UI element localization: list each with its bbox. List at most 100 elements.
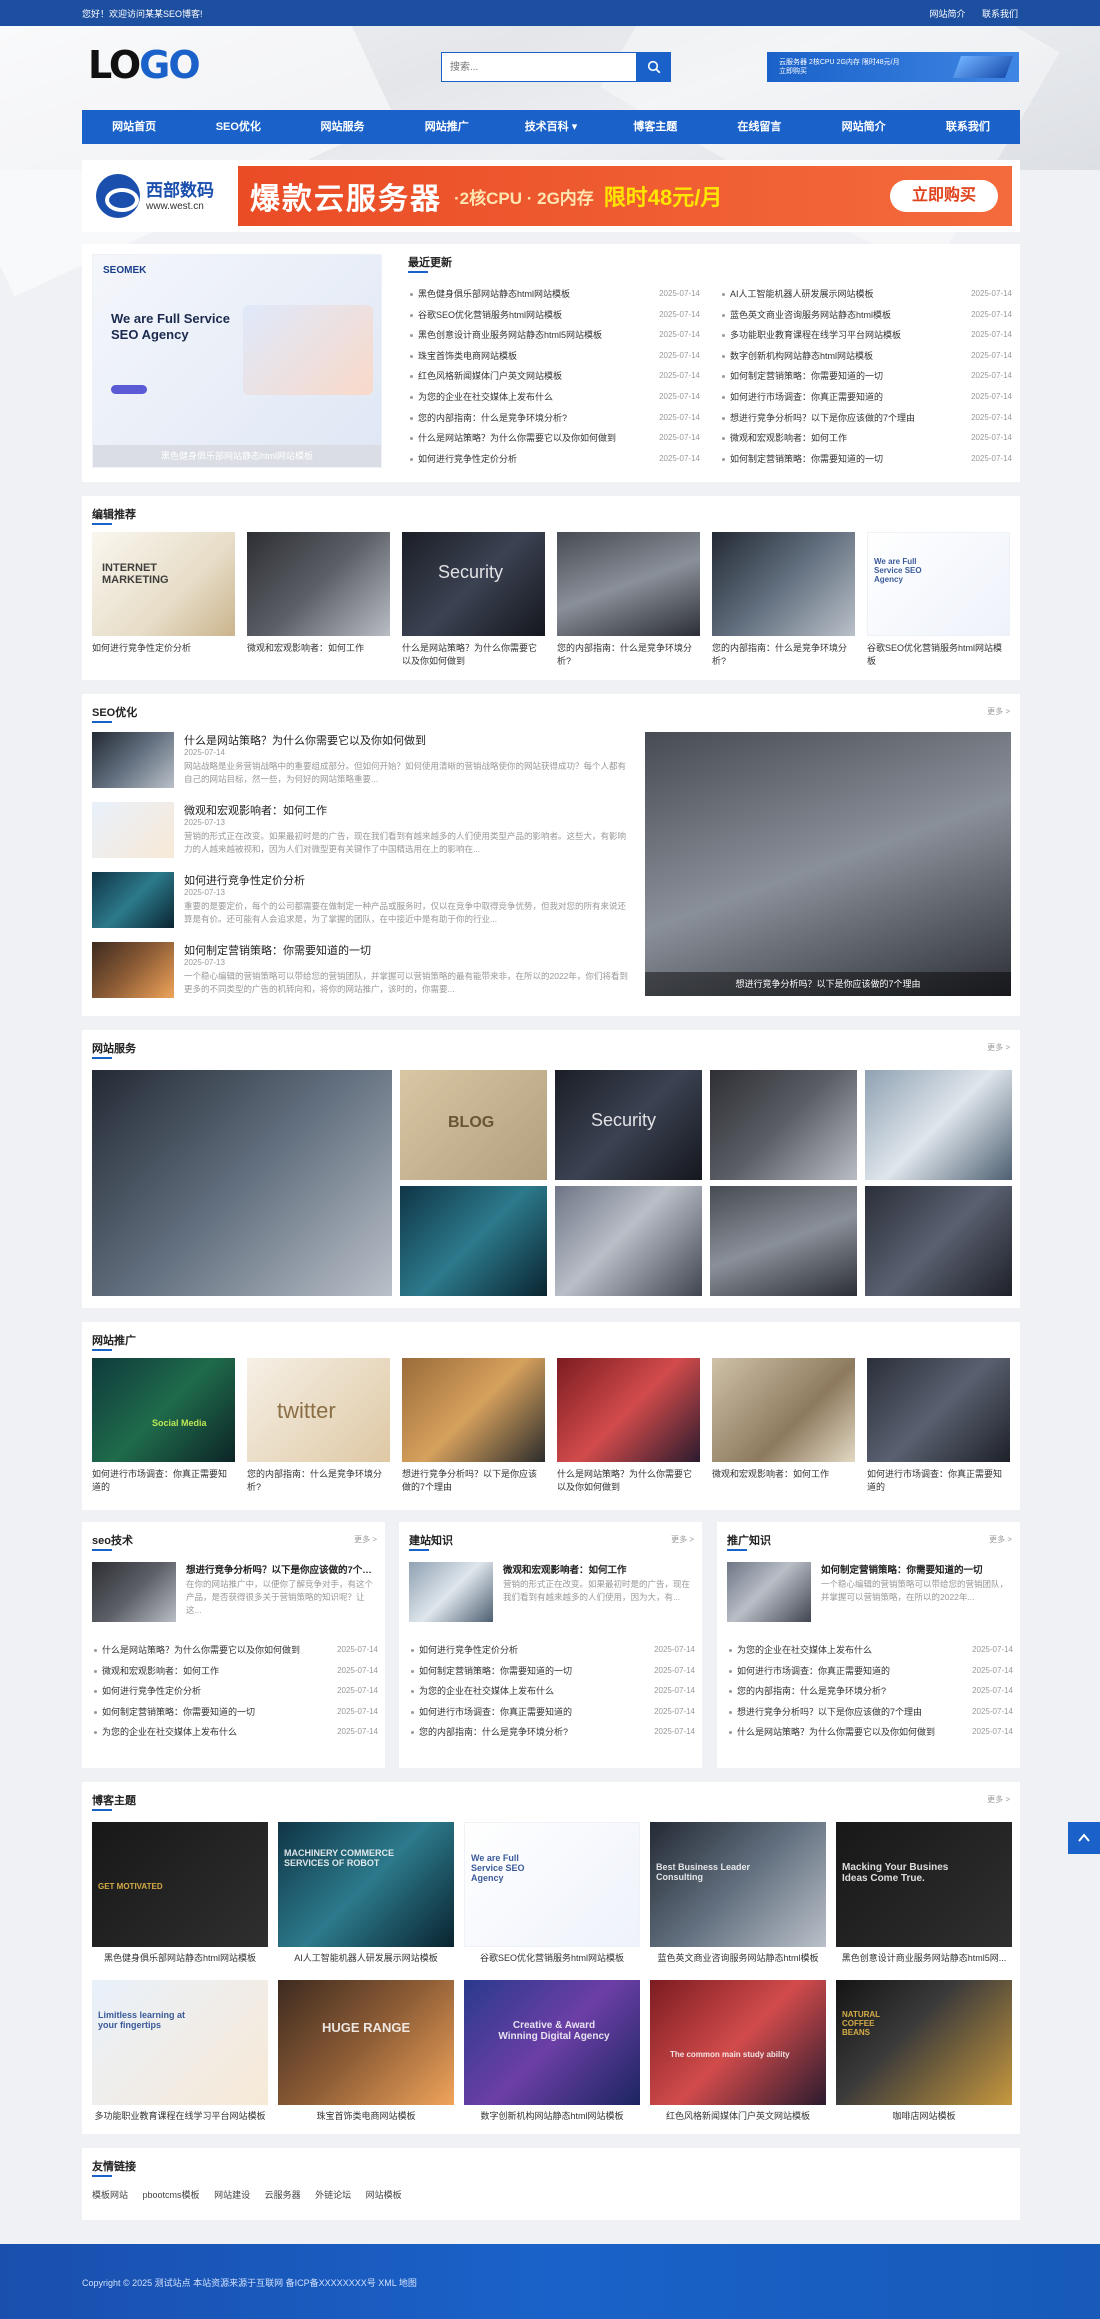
promo-thumb[interactable] [557, 1358, 700, 1462]
list-item[interactable]: 想进行竞争分析吗？以下是你应该做的7个理由 2025-07-14 [720, 408, 1012, 429]
gallery-image[interactable]: BLOG [400, 1070, 547, 1180]
list-item[interactable]: 珠宝首饰类电商网站模板 2025-07-14 [408, 346, 700, 367]
article-title[interactable]: 如何进行竞争性定价分析 [184, 872, 305, 888]
article-title[interactable]: 如何制定营销策略：你需要知道的一切 [184, 942, 371, 958]
article-title[interactable]: 微观和宏观影响者：如何工作 [184, 802, 327, 818]
theme-thumb[interactable]: Limitless learning at your fingertips [92, 1980, 268, 2105]
list-item[interactable]: 您的内部指南：什么是竞争环境分析? 2025-07-14 [409, 1722, 695, 1743]
list-item[interactable]: 红色风格新闻媒体门户英文网站模板 2025-07-14 [408, 366, 700, 387]
nav-item-themes[interactable]: 博客主题 [603, 110, 707, 144]
list-item[interactable]: 如何进行竞争性定价分析 2025-07-14 [92, 1681, 378, 1702]
list-item[interactable]: 如何制定营销策略：你需要知道的一切 2025-07-14 [720, 366, 1012, 387]
article-thumb[interactable] [92, 942, 174, 998]
nav-item-service[interactable]: 网站服务 [290, 110, 394, 144]
promo-thumb[interactable] [712, 1358, 855, 1462]
site-logo[interactable]: LOGO [88, 44, 201, 86]
theme-thumb[interactable]: Best Business Leader Consulting [650, 1822, 826, 1947]
promo-thumb[interactable]: Social Media [92, 1358, 235, 1462]
banner-buy-button[interactable]: 立即购买 [890, 180, 998, 212]
editor-thumb[interactable] [247, 532, 390, 636]
ad-banner[interactable]: 西部数码 www.west.cn 爆款云服务器 ·2核CPU · 2G内存 限时… [82, 160, 1020, 232]
theme-thumb[interactable]: MACHINERY COMMERCE SERVICES OF ROBOT [278, 1822, 454, 1947]
column-feature-title[interactable]: 微观和宏观影响者：如何工作 [503, 1562, 695, 1576]
nav-item-contact[interactable]: 联系我们 [916, 110, 1020, 144]
list-item[interactable]: 如何进行市场调查：你真正需要知道的 2025-07-14 [727, 1661, 1013, 1682]
promo-caption[interactable]: 您的内部指南：什么是竞争环境分析? [247, 1468, 390, 1496]
friend-link[interactable]: 模板网站 [92, 2190, 128, 2200]
theme-caption[interactable]: AI人工智能机器人研发展示网站模板 [278, 1952, 454, 1966]
column-thumb[interactable] [409, 1562, 493, 1622]
theme-thumb[interactable]: NATURAL COFFEE BEANS [836, 1980, 1012, 2105]
gallery-image[interactable]: Security [555, 1070, 702, 1180]
service-more-link[interactable]: 更多 > [987, 1042, 1010, 1053]
editor-thumb[interactable] [557, 532, 700, 636]
nav-item-home[interactable]: 网站首页 [82, 110, 186, 144]
theme-thumb[interactable]: We are Full Service SEO Agency [464, 1822, 640, 1947]
promo-caption[interactable]: 想进行竞争分析吗？以下是你应该做的7个理由 [402, 1468, 545, 1496]
theme-caption[interactable]: 蓝色英文商业咨询服务网站静态html模板 [650, 1952, 826, 1966]
back-to-top-button[interactable] [1068, 1822, 1100, 1854]
list-item[interactable]: 您的内部指南：什么是竞争环境分析? 2025-07-14 [727, 1681, 1013, 1702]
editor-thumb[interactable]: Security [402, 532, 545, 636]
editor-caption[interactable]: 什么是网站策略？为什么你需要它以及你如何做到 [402, 642, 545, 670]
theme-caption[interactable]: 珠宝首饰类电商网站模板 [278, 2110, 454, 2124]
theme-thumb[interactable]: Creative & Award Winning Digital Agency [464, 1980, 640, 2105]
list-item[interactable]: 您的内部指南：什么是竞争环境分析? 2025-07-14 [408, 408, 700, 429]
column-feature-title[interactable]: 想进行竞争分析吗？以下是你应该做的7个理由 [186, 1562, 378, 1576]
list-item[interactable]: 黑色创意设计商业服务网站静态html5网站模板 2025-07-14 [408, 325, 700, 346]
theme-thumb[interactable]: Macking Your Busines Ideas Come True. [836, 1822, 1012, 1947]
list-item[interactable]: 黑色健身俱乐部网站静态html网站模板 2025-07-14 [408, 284, 700, 305]
article-thumb[interactable] [92, 732, 174, 788]
column-more-link[interactable]: 更多 > [989, 1534, 1012, 1545]
theme-caption[interactable]: 数字创新机构网站静态html网站模板 [464, 2110, 640, 2124]
promo-caption[interactable]: 什么是网站策略？为什么你需要它以及你如何做到 [557, 1468, 700, 1496]
editor-thumb[interactable]: INTERNET MARKETING [92, 532, 235, 636]
promo-thumb[interactable] [402, 1358, 545, 1462]
promo-caption[interactable]: 如何进行市场调查：你真正需要知道的 [867, 1468, 1010, 1496]
theme-thumb[interactable]: GET MOTIVATED [92, 1822, 268, 1947]
editor-thumb[interactable] [712, 532, 855, 636]
list-item[interactable]: AI人工智能机器人研发展示网站模板 2025-07-14 [720, 284, 1012, 305]
gallery-image[interactable] [865, 1070, 1012, 1180]
list-item[interactable]: 如何进行市场调查：你真正需要知道的 2025-07-14 [409, 1702, 695, 1723]
promo-caption[interactable]: 微观和宏观影响者：如何工作 [712, 1468, 855, 1496]
gallery-image[interactable] [865, 1186, 1012, 1296]
article-thumb[interactable] [92, 872, 174, 928]
friend-link[interactable]: 网站建设 [214, 2190, 250, 2200]
theme-caption[interactable]: 黑色创意设计商业服务网站静态html5网... [836, 1952, 1012, 1966]
theme-caption[interactable]: 黑色健身俱乐部网站静态html网站模板 [92, 1952, 268, 1966]
theme-caption[interactable]: 谷歌SEO优化营销服务html网站模板 [464, 1952, 640, 1966]
search-button[interactable] [637, 52, 671, 82]
gallery-image[interactable] [400, 1186, 547, 1296]
promo-caption[interactable]: 如何进行市场调查：你真正需要知道的 [92, 1468, 235, 1496]
editor-caption[interactable]: 您的内部指南：什么是竞争环境分析? [557, 642, 700, 670]
friend-link[interactable]: 网站模板 [366, 2190, 402, 2200]
column-thumb[interactable] [92, 1562, 176, 1622]
friend-link[interactable]: 云服务器 [265, 2190, 301, 2200]
list-item[interactable]: 为您的企业在社交媒体上发布什么 2025-07-14 [727, 1640, 1013, 1661]
gallery-image[interactable] [710, 1070, 857, 1180]
nav-item-promotion[interactable]: 网站推广 [395, 110, 499, 144]
column-more-link[interactable]: 更多 > [671, 1534, 694, 1545]
list-item[interactable]: 如何制定营销策略：你需要知道的一切 2025-07-14 [720, 449, 1012, 470]
list-item[interactable]: 什么是网站策略？为什么你需要它以及你如何做到 2025-07-14 [92, 1640, 378, 1661]
search-input[interactable] [441, 52, 637, 82]
friend-link[interactable]: pbootcms模板 [143, 2190, 200, 2200]
list-item[interactable]: 为您的企业在社交媒体上发布什么 2025-07-14 [408, 387, 700, 408]
promo-thumb[interactable]: twitter [247, 1358, 390, 1462]
list-item[interactable]: 想进行竞争分析吗？以下是你应该做的7个理由 2025-07-14 [727, 1702, 1013, 1723]
nav-item-message[interactable]: 在线留言 [707, 110, 811, 144]
nav-item-seo[interactable]: SEO优化 [186, 110, 290, 144]
editor-thumb[interactable]: We are Full Service SEO Agency [867, 532, 1010, 636]
theme-caption[interactable]: 咖啡店网站模板 [836, 2110, 1012, 2124]
column-thumb[interactable] [727, 1562, 811, 1622]
editor-caption[interactable]: 微观和宏观影响者：如何工作 [247, 642, 390, 670]
list-item[interactable]: 如何进行竞争性定价分析 2025-07-14 [409, 1640, 695, 1661]
latest-slideshow[interactable]: SEOMEK We are Full Service SEO Agency 黑色… [92, 254, 382, 468]
nav-item-tech[interactable]: 技术百科 ▾ [499, 110, 603, 144]
list-item[interactable]: 如何制定营销策略：你需要知道的一切 2025-07-14 [409, 1661, 695, 1682]
column-more-link[interactable]: 更多 > [354, 1534, 377, 1545]
list-item[interactable]: 如何制定营销策略：你需要知道的一切 2025-07-14 [92, 1702, 378, 1723]
promo-thumb[interactable] [867, 1358, 1010, 1462]
list-item[interactable]: 谷歌SEO优化营销服务html网站模板 2025-07-14 [408, 305, 700, 326]
